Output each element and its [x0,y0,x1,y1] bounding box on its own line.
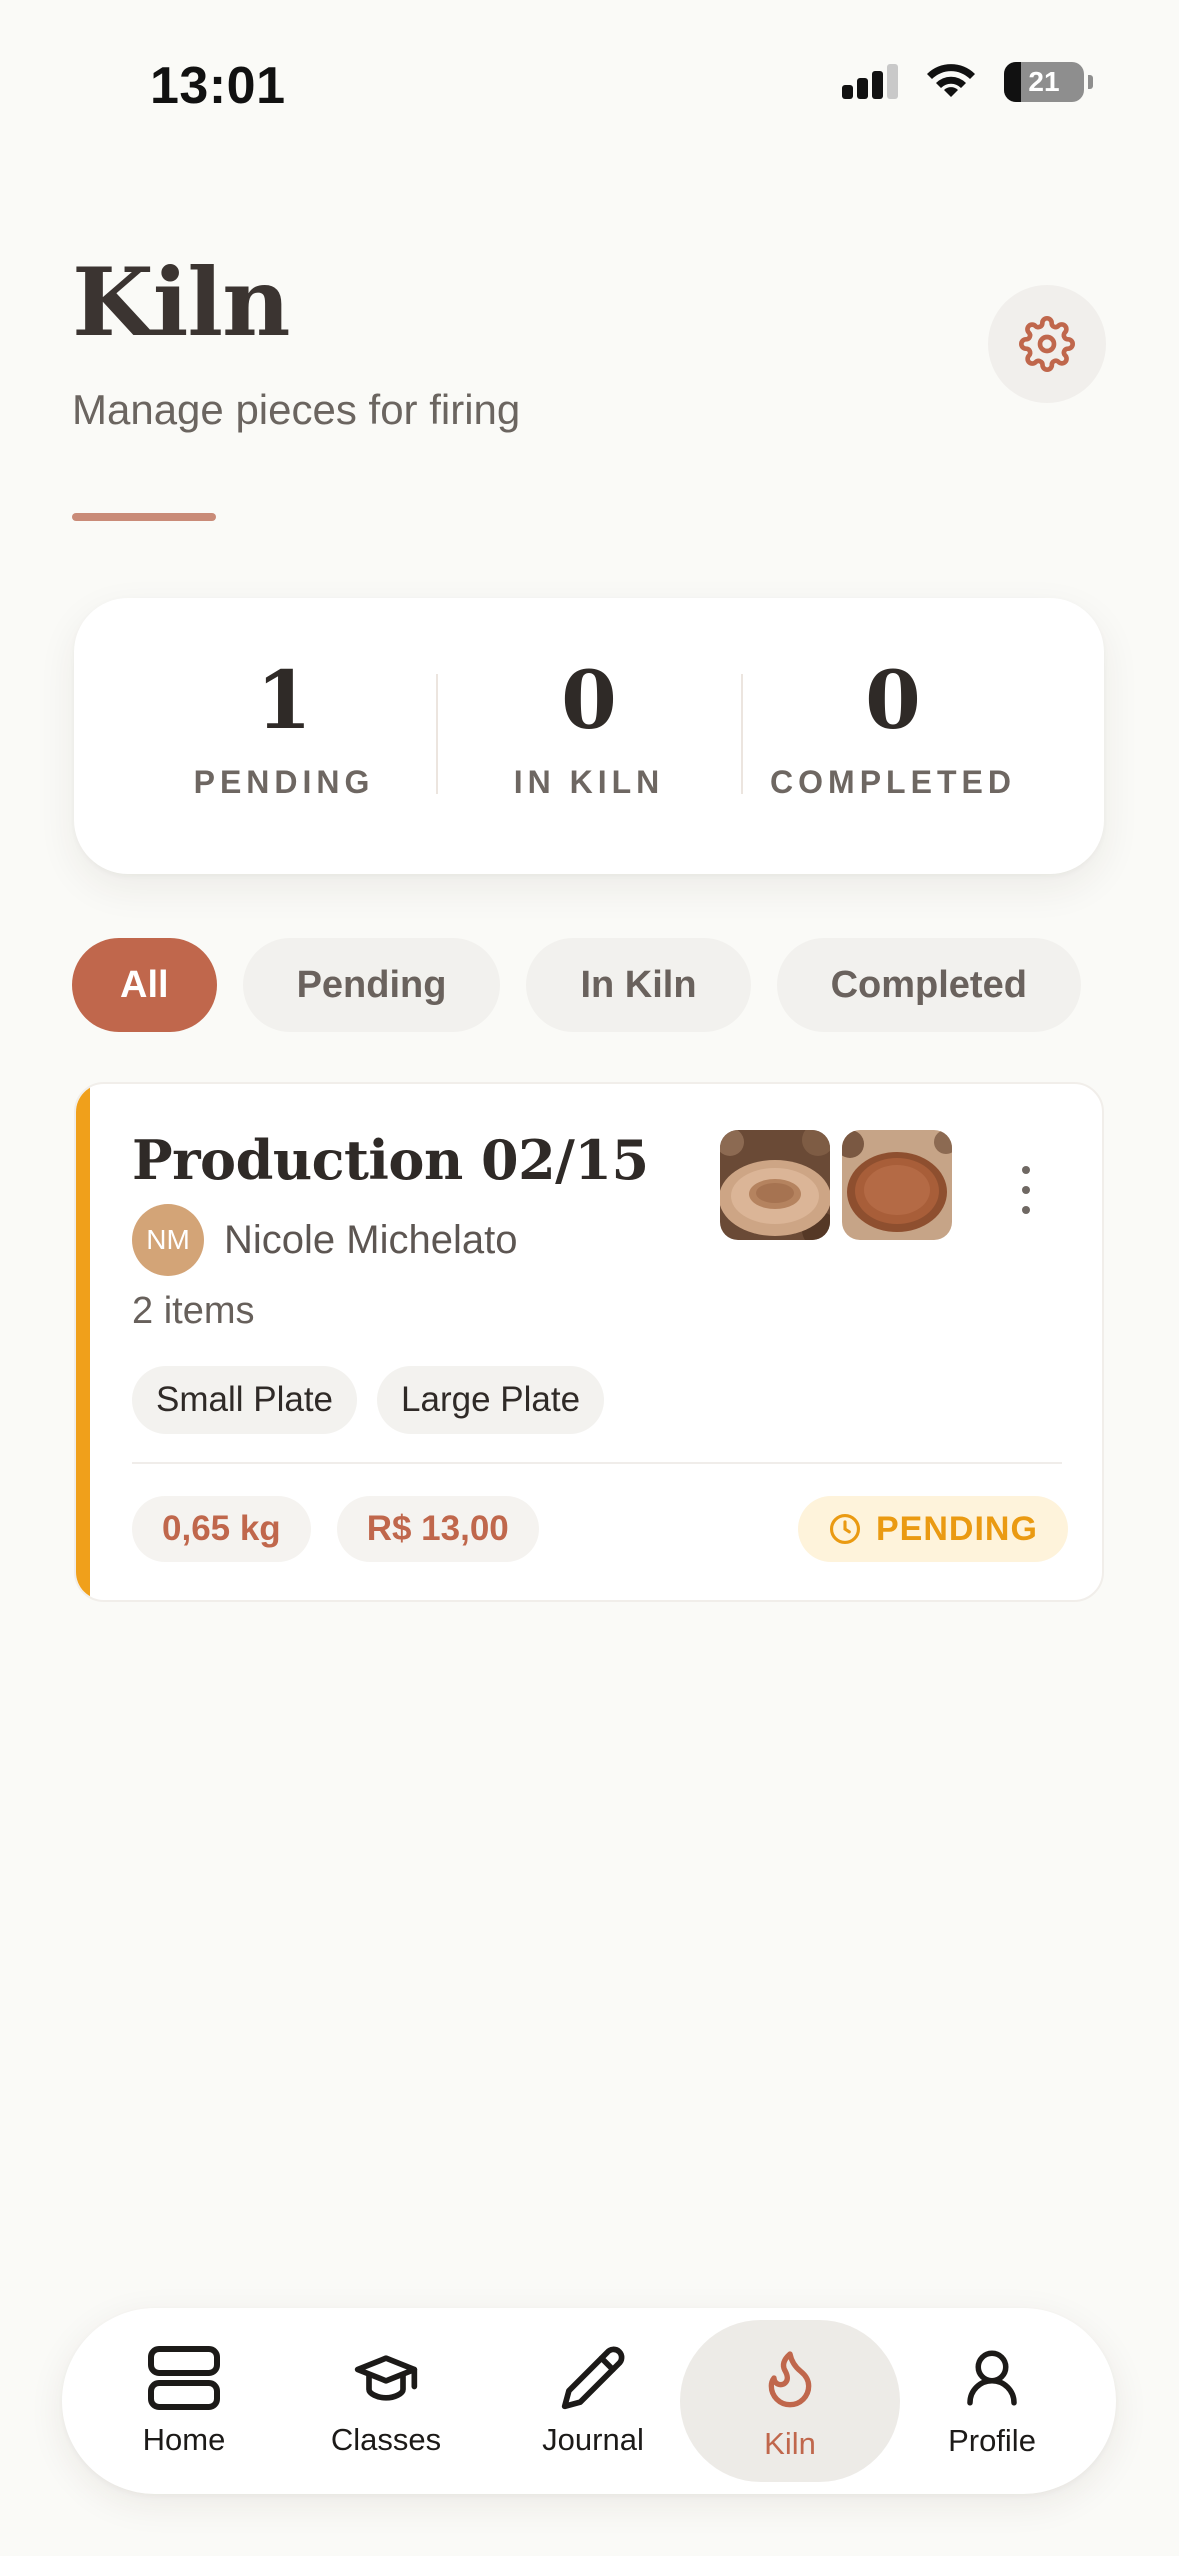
firing-batch-card[interactable]: Production 02/15 NM Nicole Michelato 2 i… [74,1082,1104,1602]
filter-completed[interactable]: Completed [776,938,1081,1032]
filter-tabs: All Pending In Kiln Completed [72,938,1081,1032]
stat-divider [436,674,438,794]
stat-in-kiln: 0 IN KILN [439,658,739,801]
pencil-icon [561,2346,625,2410]
tab-label: Home [142,2422,226,2457]
item-count: 2 items [132,1290,255,1332]
tab-profile[interactable]: Profile [922,2308,1062,2494]
graduation-cap-icon [354,2355,418,2401]
page-title: Kiln [72,248,290,358]
stat-value: 0 [561,653,617,747]
stat-pending: 1 PENDING [134,658,434,801]
stat-value: 0 [865,653,921,747]
weight-badge: 0,65 kg [132,1496,311,1562]
avatar: NM [132,1204,204,1276]
small-plate-thumbnail[interactable] [720,1130,830,1240]
page-subtitle: Manage pieces for firing [72,386,521,433]
settings-button[interactable] [988,285,1106,403]
filter-in-kiln[interactable]: In Kiln [526,938,751,1032]
tab-label: Kiln [764,2426,816,2461]
batch-metrics: 0,65 kg R$ 13,00 [132,1496,539,1562]
owner-name: Nicole Michelato [224,1217,518,1262]
filter-pending[interactable]: Pending [242,938,501,1032]
stat-label: IN KILN [513,764,665,800]
more-options-button[interactable] [1006,1162,1046,1218]
tab-label: Profile [948,2423,1036,2458]
piece-tag: Small Plate [132,1366,358,1434]
card-divider [132,1462,1062,1464]
piece-thumbnails [720,1130,952,1240]
piece-tags: Small Plate Large Plate [132,1366,605,1434]
stat-value: 1 [256,653,312,747]
wifi-icon [927,64,975,97]
stats-card: 1 PENDING 0 IN KILN 0 COMPLETED [74,598,1104,874]
title-accent-line [72,513,216,521]
bottom-tab-bar: Home Classes Journal Kiln Profile [62,2308,1116,2494]
status-label: PENDING [876,1509,1038,1548]
battery-icon: 21 [1004,62,1093,102]
tab-kiln[interactable]: Kiln [720,2308,860,2494]
clock-icon [829,1513,861,1545]
status-stripe [76,1084,90,1600]
tab-label: Journal [542,2422,644,2457]
status-badge: PENDING [798,1496,1068,1562]
tab-home[interactable]: Home [114,2308,254,2494]
batch-title: Production 02/15 [132,1128,649,1192]
price-badge: R$ 13,00 [336,1496,539,1562]
home-icon [148,2346,220,2410]
filter-all[interactable]: All [72,938,217,1032]
tab-label: Classes [330,2422,442,2457]
stat-completed: 0 COMPLETED [743,658,1043,801]
flame-icon [768,2351,812,2408]
status-time: 13:01 [150,57,286,115]
tab-journal[interactable]: Journal [518,2308,668,2494]
status-icons: 21 [842,62,1093,102]
tab-classes[interactable]: Classes [316,2308,456,2494]
stat-label: PENDING [193,764,375,800]
owner-row: NM Nicole Michelato [132,1204,517,1276]
stat-label: COMPLETED [770,764,1016,800]
gear-icon [1019,316,1075,372]
cellular-signal-icon [842,64,898,99]
large-plate-thumbnail[interactable] [842,1130,952,1240]
battery-level: 21 [1028,66,1060,97]
user-icon [967,2350,1017,2406]
piece-tag: Large Plate [377,1366,605,1434]
